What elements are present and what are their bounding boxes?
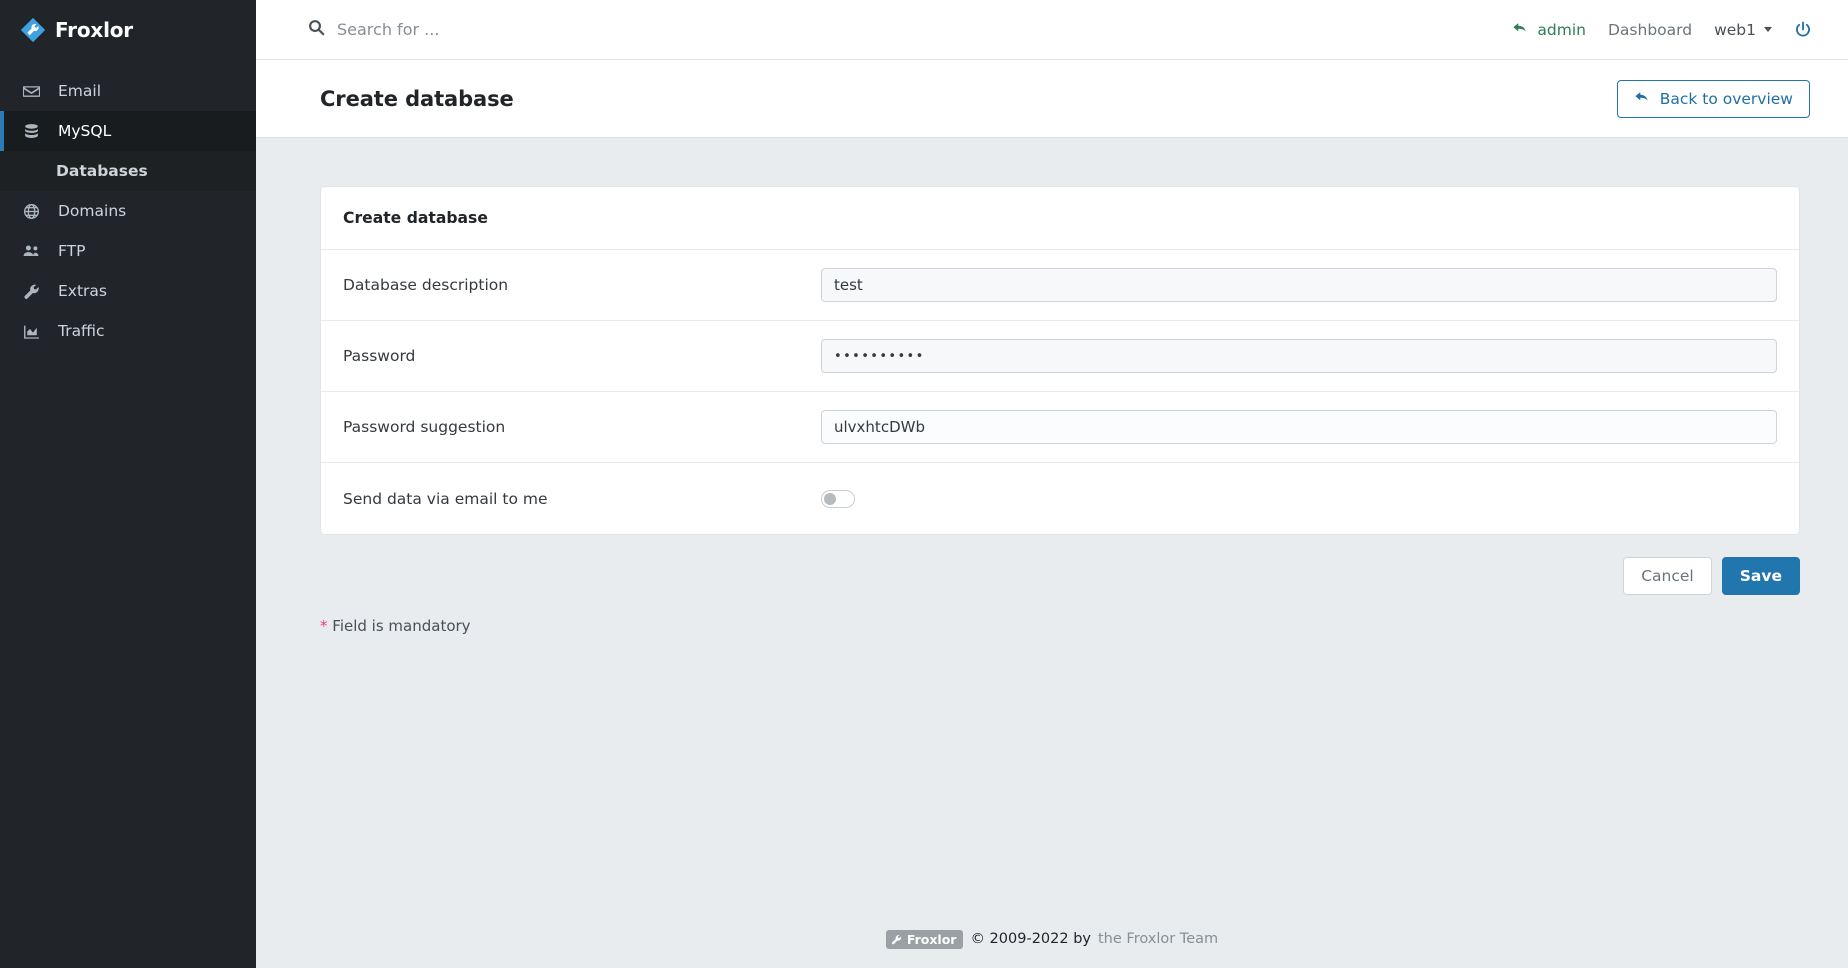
sidebar-item-extras[interactable]: Extras — [0, 271, 256, 311]
sidebar-item-label: FTP — [58, 242, 85, 260]
database-description-input[interactable] — [821, 268, 1777, 302]
field-label: Password suggestion — [343, 418, 821, 436]
sidebar-item-label: Domains — [58, 202, 126, 220]
field-label: Password — [343, 347, 821, 365]
main-area: admin Dashboard web1 Create database — [256, 0, 1848, 968]
database-icon — [20, 123, 42, 140]
chart-icon — [20, 323, 42, 340]
reply-arrow-icon — [1634, 89, 1650, 109]
sidebar-subitem-label: Databases — [56, 162, 148, 180]
sidebar-item-ftp[interactable]: FTP — [0, 231, 256, 271]
server-select[interactable]: web1 — [1714, 21, 1772, 39]
create-database-card: Create database Database description Pas… — [320, 186, 1800, 535]
topbar-nav: admin Dashboard web1 — [1512, 20, 1812, 40]
copyright-text: © 2009-2022 by — [970, 931, 1091, 947]
field-row-password: Password — [321, 321, 1799, 392]
send-data-email-toggle[interactable] — [821, 490, 855, 508]
form-actions: Cancel Save — [320, 557, 1800, 595]
current-user[interactable]: admin — [1512, 20, 1586, 40]
current-user-label: admin — [1537, 21, 1586, 39]
sidebar-item-domains[interactable]: Domains — [0, 191, 256, 231]
field-row-database-description: Database description — [321, 250, 1799, 321]
sidebar-subitem-databases[interactable]: Databases — [0, 151, 256, 191]
wrench-icon — [891, 934, 902, 945]
dashboard-link[interactable]: Dashboard — [1608, 21, 1692, 39]
mandatory-star: * — [320, 617, 328, 635]
back-to-overview-label: Back to overview — [1660, 90, 1793, 108]
page-title: Create database — [320, 87, 514, 111]
globe-icon — [20, 203, 42, 220]
froxlor-team-link[interactable]: the Froxlor Team — [1098, 931, 1218, 947]
froxlor-badge-label: Froxlor — [907, 932, 957, 947]
sidebar-item-label: Extras — [58, 282, 107, 300]
wrench-icon — [20, 283, 42, 300]
page-content: Create database Database description Pas… — [256, 138, 1848, 910]
field-row-password-suggestion: Password suggestion — [321, 392, 1799, 463]
app-root: Froxlor Email MySQL — [0, 0, 1848, 968]
password-input[interactable] — [821, 339, 1777, 373]
froxlor-wrench-logo-icon — [20, 17, 46, 43]
search-box[interactable] — [308, 19, 757, 40]
brand-name: Froxlor — [55, 18, 133, 42]
sidebar-item-traffic[interactable]: Traffic — [0, 311, 256, 351]
password-suggestion-input[interactable] — [821, 410, 1777, 444]
field-label: Send data via email to me — [343, 490, 821, 508]
reply-arrow-icon — [1512, 20, 1528, 40]
search-input[interactable] — [337, 20, 757, 39]
field-row-send-data-email: Send data via email to me — [321, 463, 1799, 534]
brand-logo[interactable]: Froxlor — [0, 0, 256, 60]
field-label: Database description — [343, 276, 821, 294]
page-header: Create database Back to overview — [256, 60, 1848, 138]
save-button[interactable]: Save — [1722, 557, 1800, 595]
cancel-button[interactable]: Cancel — [1623, 557, 1712, 595]
mandatory-note: * Field is mandatory — [320, 617, 1800, 635]
topbar: admin Dashboard web1 — [256, 0, 1848, 60]
page-footer: Froxlor © 2009-2022 by the Froxlor Team — [256, 910, 1848, 968]
back-to-overview-button[interactable]: Back to overview — [1617, 80, 1810, 118]
sidebar-nav: Email MySQL Databases — [0, 71, 256, 351]
sidebar-item-label: MySQL — [58, 122, 111, 140]
card-title: Create database — [321, 187, 1799, 250]
sidebar-item-mysql[interactable]: MySQL — [0, 111, 256, 151]
search-icon — [308, 19, 325, 40]
server-select-label: web1 — [1714, 21, 1756, 39]
toggle-knob — [824, 493, 836, 505]
logout-button[interactable] — [1794, 21, 1812, 39]
sidebar: Froxlor Email MySQL — [0, 0, 256, 968]
sidebar-item-label: Email — [58, 82, 101, 100]
sidebar-item-email[interactable]: Email — [0, 71, 256, 111]
froxlor-badge: Froxlor — [886, 930, 964, 949]
envelope-icon — [20, 83, 42, 100]
chevron-down-icon — [1764, 27, 1772, 32]
users-icon — [20, 242, 42, 260]
mandatory-text: Field is mandatory — [332, 617, 470, 635]
sidebar-item-label: Traffic — [58, 322, 105, 340]
